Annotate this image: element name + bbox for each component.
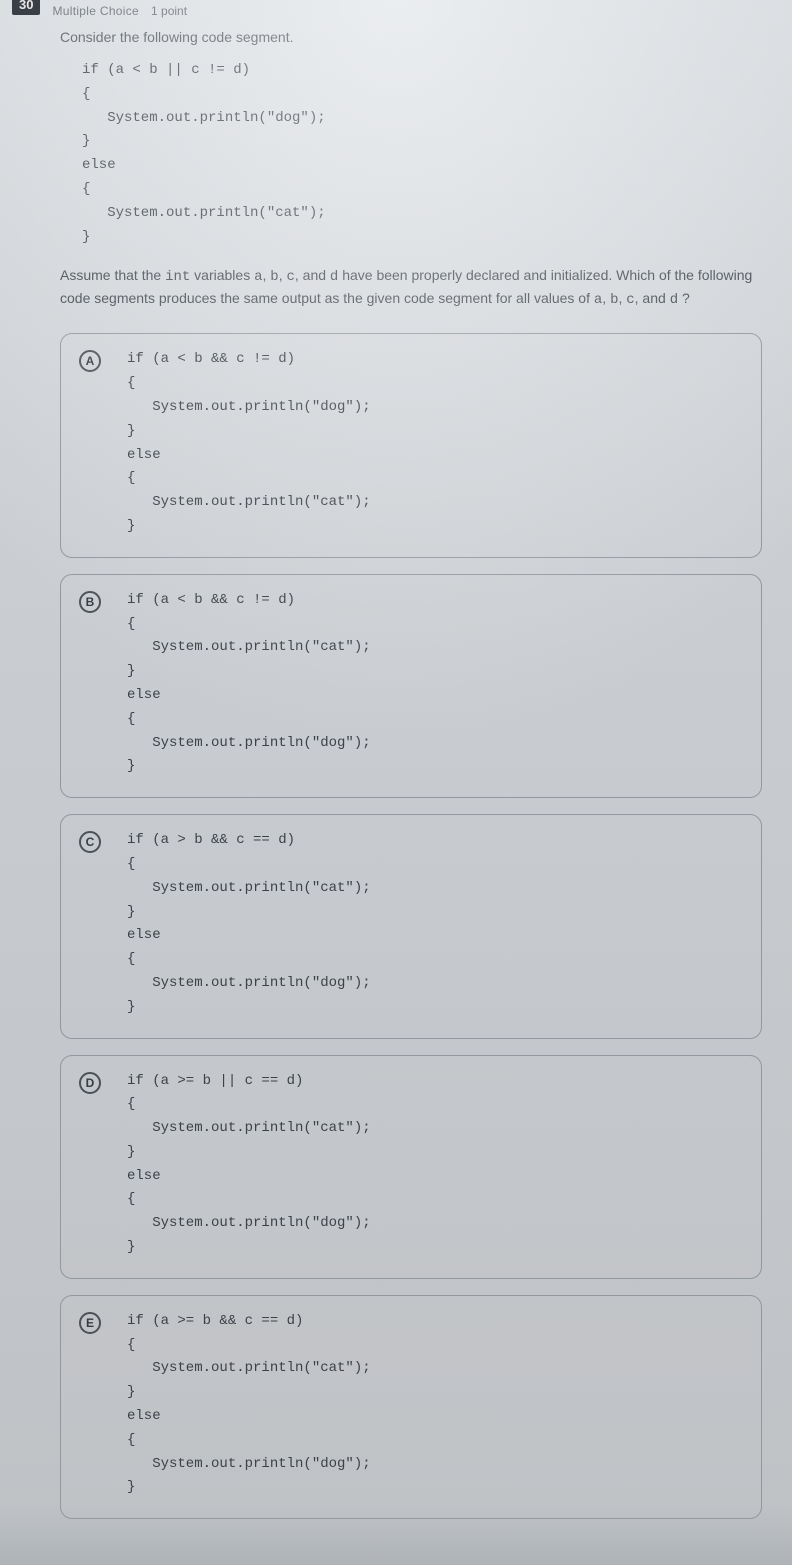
answer-option-a[interactable]: A if (a < b && c != d) { System.out.prin… [60, 333, 762, 557]
option-marker: C [79, 831, 101, 853]
option-code: if (a > b && c == d) { System.out.printl… [127, 829, 371, 1019]
prompt-text: variables [190, 267, 254, 283]
option-code: if (a >= b && c == d) { System.out.print… [127, 1310, 371, 1500]
prompt-text: , and [635, 290, 670, 306]
prompt-text: , [602, 290, 610, 306]
prompt-mono: a [254, 269, 262, 285]
question-type-label: Multiple Choice [52, 4, 139, 18]
option-marker: A [79, 350, 101, 372]
prompt-intro: Consider the following code segment. [60, 29, 762, 45]
prompt-text: , and [295, 267, 330, 283]
prompt-mono: b [270, 269, 278, 285]
prompt-text: ? [678, 290, 690, 306]
option-marker: D [79, 1072, 101, 1094]
prompt-question: Assume that the int variables a, b, c, a… [60, 265, 762, 311]
option-code: if (a < b && c != d) { System.out.printl… [127, 348, 371, 538]
answer-option-b[interactable]: B if (a < b && c != d) { System.out.prin… [60, 574, 762, 798]
prompt-mono: d [670, 292, 678, 308]
option-code: if (a >= b || c == d) { System.out.print… [127, 1070, 371, 1260]
answer-option-e[interactable]: E if (a >= b && c == d) { System.out.pri… [60, 1295, 762, 1519]
prompt-mono: c [286, 269, 294, 285]
question-number-badge: 30 [12, 0, 40, 15]
option-code: if (a < b && c != d) { System.out.printl… [127, 589, 371, 779]
prompt-mono: int [165, 269, 190, 285]
prompt-text: Assume that the [60, 267, 165, 283]
question-points-label: 1 point [151, 4, 187, 18]
answer-option-c[interactable]: C if (a > b && c == d) { System.out.prin… [60, 814, 762, 1038]
question-header: 30 Multiple Choice 1 point [12, 0, 762, 21]
given-code-block: if (a < b || c != d) { System.out.printl… [82, 59, 762, 249]
answer-option-d[interactable]: D if (a >= b || c == d) { System.out.pri… [60, 1055, 762, 1279]
question-page: 30 Multiple Choice 1 point Consider the … [0, 0, 792, 1565]
option-marker: E [79, 1312, 101, 1334]
prompt-mono: c [626, 292, 634, 308]
option-marker: B [79, 591, 101, 613]
